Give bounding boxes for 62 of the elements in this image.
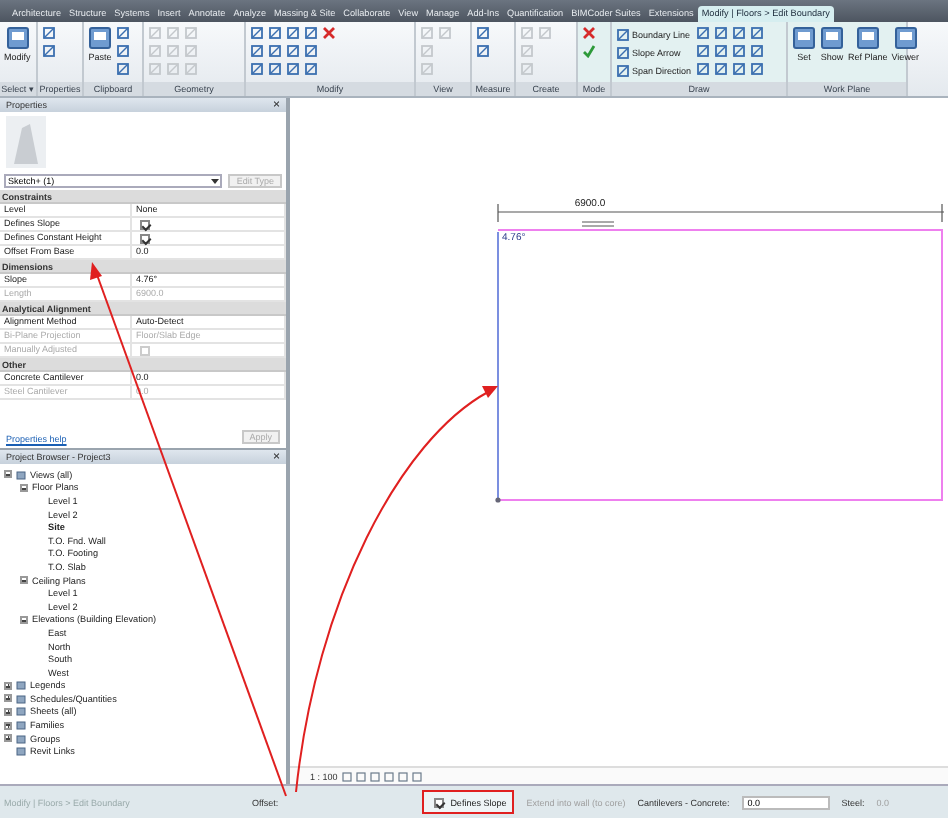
tool-icon[interactable] bbox=[749, 62, 764, 76]
tool-icon[interactable] bbox=[42, 44, 56, 58]
equality-symbol[interactable] bbox=[581, 221, 615, 227]
checkbox[interactable] bbox=[140, 233, 150, 243]
expand-toggle[interactable] bbox=[4, 721, 12, 730]
tool-icon[interactable] bbox=[250, 62, 264, 76]
tool-icon bbox=[88, 26, 112, 50]
tool-icon[interactable] bbox=[268, 62, 282, 76]
tool-icon[interactable] bbox=[304, 62, 318, 76]
tool-icon[interactable] bbox=[250, 44, 264, 58]
tool-icon[interactable] bbox=[713, 62, 728, 76]
check-icon[interactable] bbox=[582, 44, 596, 58]
tool-icon[interactable] bbox=[268, 26, 282, 40]
tool-icon[interactable] bbox=[749, 44, 764, 58]
floor-type-preview-icon bbox=[6, 116, 46, 168]
tool-icon[interactable] bbox=[116, 26, 130, 40]
tool-icon[interactable] bbox=[731, 44, 746, 58]
tool-icon bbox=[893, 26, 918, 50]
tool-icon[interactable] bbox=[695, 44, 710, 58]
tool-icon bbox=[5, 26, 30, 50]
tool-icon bbox=[855, 26, 880, 50]
tool-icon bbox=[792, 26, 816, 50]
expand-toggle[interactable] bbox=[4, 734, 12, 743]
tool-icon[interactable] bbox=[286, 26, 300, 40]
expand-toggle[interactable] bbox=[4, 694, 12, 703]
tool-icon[interactable] bbox=[713, 44, 728, 58]
tool-icon[interactable] bbox=[731, 62, 746, 76]
tool-icon[interactable] bbox=[616, 27, 630, 41]
tool-icon[interactable] bbox=[476, 44, 490, 58]
tool-icon[interactable] bbox=[616, 63, 630, 77]
tool-icon[interactable] bbox=[116, 62, 130, 76]
collapse-toggle[interactable] bbox=[20, 615, 28, 624]
expand-toggle[interactable] bbox=[4, 707, 12, 716]
tool-icon[interactable] bbox=[713, 26, 728, 40]
dimension-line[interactable] bbox=[497, 203, 944, 223]
tool-icon[interactable] bbox=[42, 26, 56, 40]
expand-toggle[interactable] bbox=[4, 681, 12, 690]
collapse-toggle[interactable] bbox=[20, 483, 28, 492]
slope-arrow[interactable] bbox=[495, 231, 501, 503]
tool-icon[interactable] bbox=[616, 45, 630, 59]
tool-icon bbox=[820, 26, 844, 50]
tool-icon[interactable] bbox=[286, 44, 300, 58]
collapse-toggle[interactable] bbox=[20, 576, 28, 585]
tool-icon[interactable] bbox=[250, 26, 264, 40]
tool-icon[interactable] bbox=[268, 44, 282, 58]
tool-icon[interactable] bbox=[749, 26, 764, 40]
close-icon[interactable] bbox=[582, 26, 596, 40]
tool-icon[interactable] bbox=[304, 44, 318, 58]
checkbox[interactable] bbox=[140, 219, 150, 229]
close-icon[interactable] bbox=[322, 26, 336, 40]
tool-icon[interactable] bbox=[304, 26, 318, 40]
folder-icon bbox=[16, 469, 26, 480]
tool-icon[interactable] bbox=[695, 62, 710, 76]
caret-icon[interactable] bbox=[210, 176, 221, 186]
tool-icon[interactable] bbox=[731, 26, 746, 40]
checkbox[interactable] bbox=[434, 797, 445, 807]
tool-icon[interactable] bbox=[116, 44, 130, 58]
tool-icon[interactable] bbox=[695, 26, 710, 40]
boundary-line[interactable] bbox=[497, 229, 943, 501]
tool-icon[interactable] bbox=[476, 26, 490, 40]
tool-icon[interactable] bbox=[286, 62, 300, 76]
collapse-toggle[interactable] bbox=[4, 470, 12, 479]
